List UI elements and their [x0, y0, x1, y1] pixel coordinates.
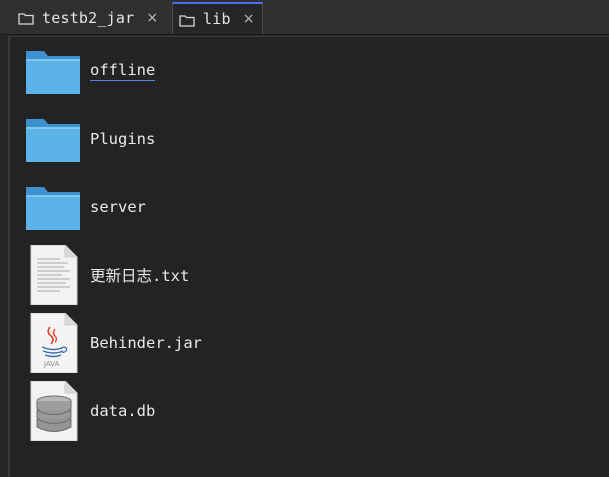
file-name: Behinder.jar	[90, 334, 202, 352]
file-name: 更新日志.txt	[90, 267, 190, 285]
tab-lib[interactable]: lib ×	[172, 2, 263, 34]
list-item-plugins[interactable]: Plugins	[24, 109, 384, 169]
folder-outline-icon	[18, 11, 34, 25]
folder-icon	[24, 177, 82, 237]
tab-label: lib	[203, 10, 231, 28]
close-icon[interactable]: ×	[243, 11, 255, 27]
folder-icon	[24, 41, 82, 101]
tab-bar: testb2_jar × lib ×	[0, 0, 609, 35]
list-item-behinder-jar[interactable]: JAVA Behinder.jar	[24, 312, 384, 374]
file-name: data.db	[90, 402, 156, 420]
list-item-offline[interactable]: offline	[24, 41, 384, 101]
text-file-icon	[24, 244, 82, 306]
folder-outline-icon	[179, 13, 195, 27]
file-list: offline Plugins server 更新日志.txt JAVA Beh…	[8, 36, 609, 477]
list-item-data-db[interactable]: data.db	[24, 380, 384, 442]
file-name: Plugins	[90, 130, 156, 148]
database-file-icon	[24, 380, 82, 442]
close-icon[interactable]: ×	[146, 10, 158, 26]
jar-badge: JAVA	[44, 360, 60, 368]
list-item-changelog[interactable]: 更新日志.txt	[24, 244, 384, 306]
java-jar-icon: JAVA	[24, 312, 82, 374]
list-item-server[interactable]: server	[24, 177, 384, 237]
file-name: offline	[90, 61, 156, 81]
tab-testb2-jar[interactable]: testb2_jar ×	[8, 2, 168, 33]
file-name: server	[90, 198, 146, 216]
tab-label: testb2_jar	[42, 8, 135, 27]
folder-icon	[24, 109, 82, 169]
